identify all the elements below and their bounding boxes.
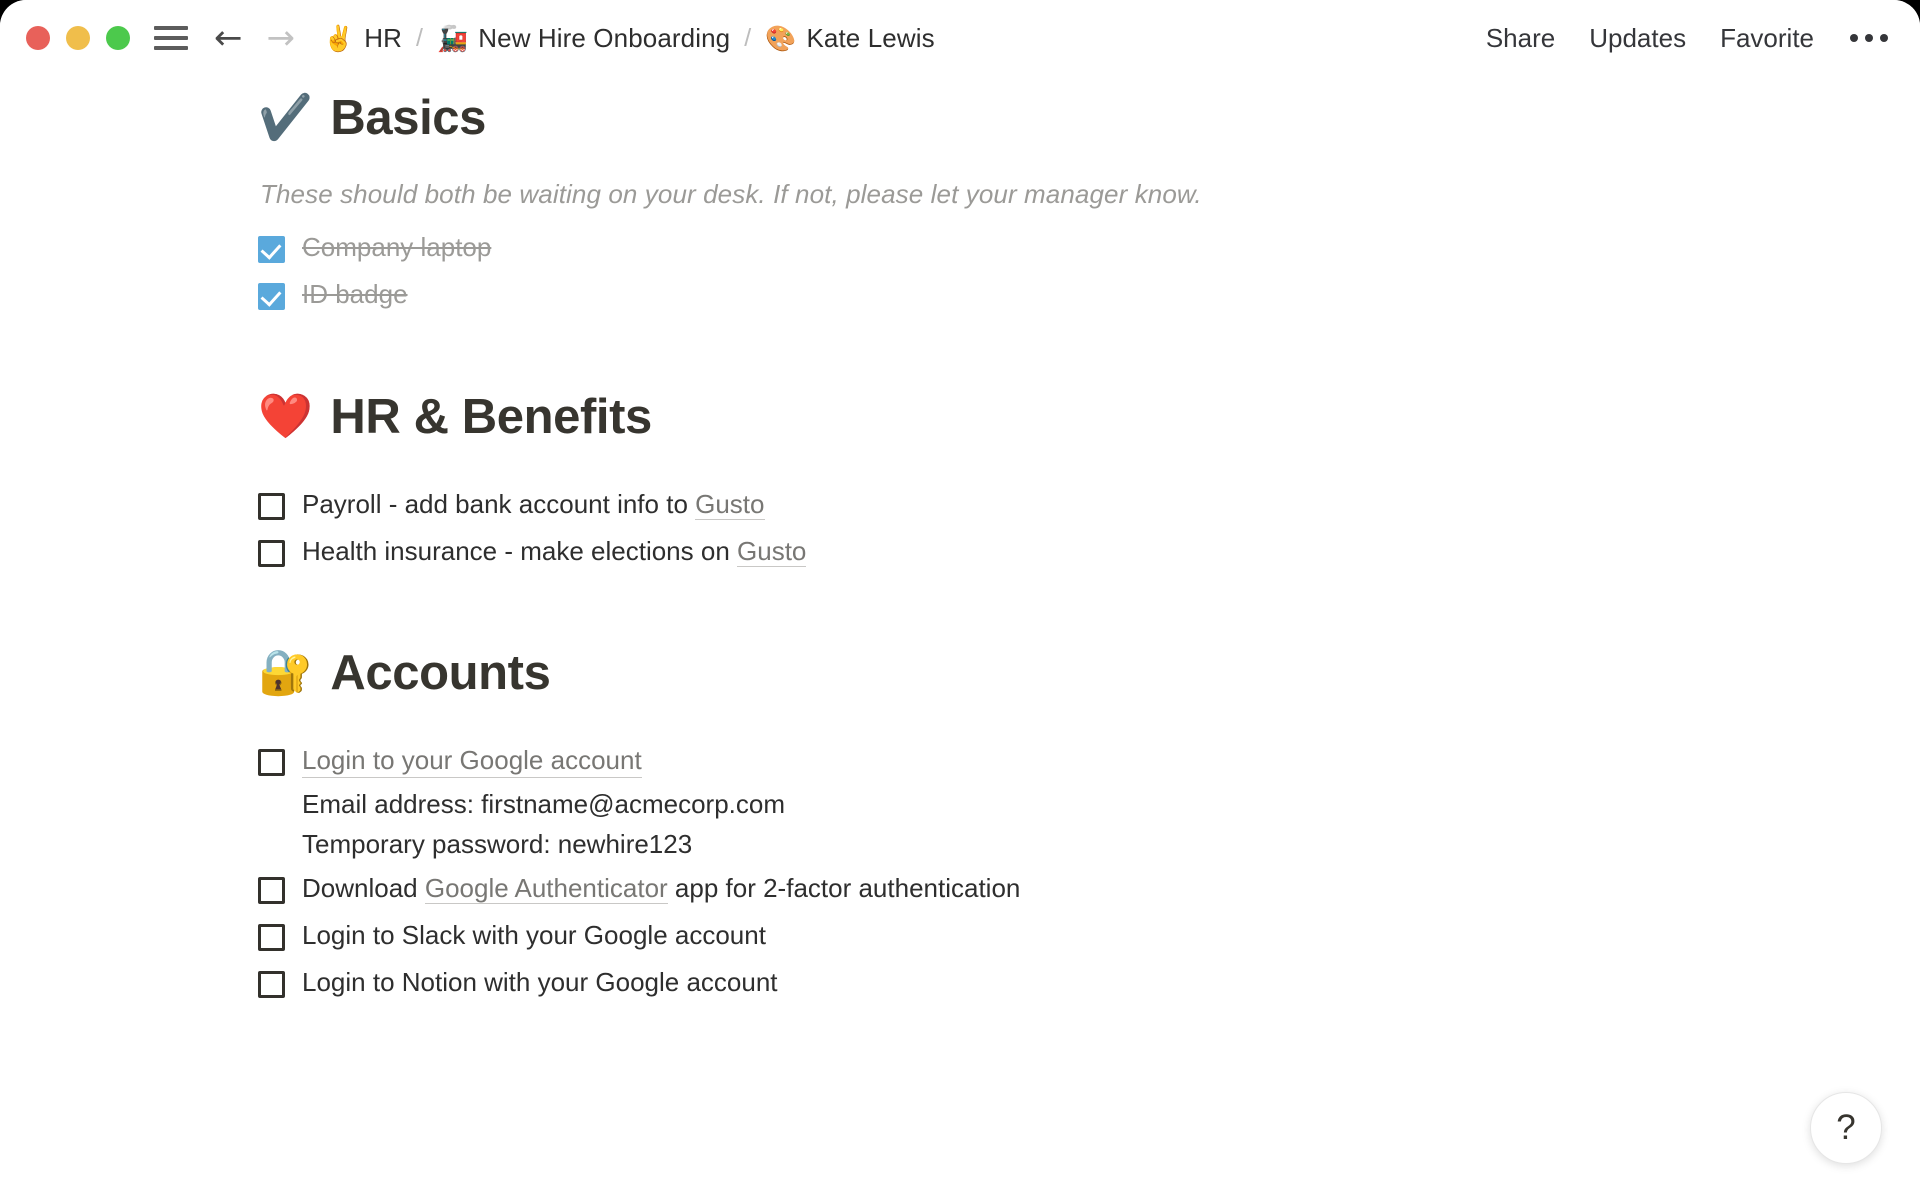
checkbox-unchecked-icon[interactable] bbox=[258, 876, 285, 904]
breadcrumb-item-hr[interactable]: ✌️ HR bbox=[323, 23, 402, 54]
todo-item-payroll[interactable]: Payroll - add bank account info to Gusto bbox=[258, 481, 1358, 528]
todo-text-after: app for 2-factor authentication bbox=[667, 872, 1021, 903]
todo-item-company-laptop[interactable]: Company laptop bbox=[258, 224, 1358, 271]
todo-label: Company laptop bbox=[302, 232, 492, 262]
document-body: ✔️ Basics These should both be waiting o… bbox=[258, 90, 1358, 1007]
section-title: HR & Benefits bbox=[330, 389, 652, 444]
menu-icon-bar bbox=[154, 36, 188, 40]
breadcrumb-label: New Hire Onboarding bbox=[478, 22, 731, 53]
todo-item-download-authenticator[interactable]: Download Google Authenticator app for 2-… bbox=[258, 865, 1358, 912]
todo-item-health-insurance[interactable]: Health insurance - make elections on Gus… bbox=[258, 528, 1358, 575]
section-accounts: 🔐 Accounts Login to your Google account … bbox=[258, 645, 1358, 1007]
todo-item-login-notion[interactable]: Login to Notion with your Google account bbox=[258, 959, 1358, 1006]
page-content: ✔️ Basics These should both be waiting o… bbox=[0, 76, 1920, 1200]
section-hr-benefits: ❤️ HR & Benefits Payroll - add bank acco… bbox=[258, 389, 1358, 576]
titlebar: ← → ✌️ HR / 🚂 New Hire Onboarding / 🎨 Ka… bbox=[0, 0, 1920, 76]
checkbox-unchecked-icon[interactable] bbox=[258, 749, 285, 777]
updates-button[interactable]: Updates bbox=[1589, 23, 1686, 54]
share-button[interactable]: Share bbox=[1486, 23, 1555, 54]
todo-label: ID badge bbox=[302, 279, 408, 310]
todo-label: Health insurance - make elections on Gus… bbox=[302, 535, 807, 568]
gusto-link[interactable]: Gusto bbox=[737, 535, 807, 567]
breadcrumb-label: HR bbox=[364, 22, 402, 53]
todo-item-login-slack[interactable]: Login to Slack with your Google account bbox=[258, 912, 1358, 959]
section-heading-accounts: 🔐 Accounts bbox=[258, 645, 1358, 701]
red-heart-icon: ❤️ bbox=[258, 390, 313, 442]
breadcrumb-item-new-hire-onboarding[interactable]: 🚂 New Hire Onboarding bbox=[437, 23, 730, 54]
google-account-link[interactable]: Login to your Google account bbox=[302, 744, 642, 779]
section-caption: These should both be waiting on your des… bbox=[260, 179, 1202, 209]
todo-text-before: Payroll - add bank account info to bbox=[302, 488, 696, 519]
titlebar-actions: Share Updates Favorite bbox=[1486, 23, 1890, 54]
menu-icon-bar bbox=[154, 26, 188, 30]
checkbox-checked-icon[interactable] bbox=[258, 236, 285, 263]
todo-label: Download Google Authenticator app for 2-… bbox=[302, 872, 1020, 905]
checkbox-unchecked-icon[interactable] bbox=[258, 539, 285, 567]
traffic-light-group bbox=[26, 26, 130, 50]
help-button[interactable]: ? bbox=[1810, 1092, 1882, 1164]
todo-label: Login to Notion with your Google account bbox=[302, 967, 778, 998]
section-title: Accounts bbox=[330, 646, 551, 701]
breadcrumb: ✌️ HR / 🚂 New Hire Onboarding / 🎨 Kate L… bbox=[323, 23, 935, 54]
section-heading-basics: ✔️ Basics bbox=[258, 90, 1358, 146]
google-authenticator-link[interactable]: Google Authenticator bbox=[424, 872, 668, 904]
lock-with-key-icon: 🔐 bbox=[258, 647, 313, 699]
train-icon: 🚂 bbox=[437, 23, 469, 53]
peace-hand-icon: ✌️ bbox=[323, 23, 355, 53]
menu-icon[interactable] bbox=[154, 26, 188, 50]
google-password-line: Temporary password: newhire123 bbox=[302, 829, 693, 860]
check-mark-icon: ✔️ bbox=[258, 92, 313, 143]
todo-text-before: Download bbox=[302, 872, 425, 903]
checkbox-checked-icon[interactable] bbox=[258, 283, 285, 311]
breadcrumb-label: Kate Lewis bbox=[806, 22, 935, 53]
section-heading-hr-benefits: ❤️ HR & Benefits bbox=[258, 389, 1358, 445]
breadcrumb-item-kate-lewis[interactable]: 🎨 Kate Lewis bbox=[765, 23, 934, 54]
checkbox-unchecked-icon[interactable] bbox=[258, 492, 285, 520]
favorite-button[interactable]: Favorite bbox=[1720, 23, 1814, 54]
dot bbox=[1865, 34, 1873, 42]
breadcrumb-separator: / bbox=[416, 23, 424, 52]
dot bbox=[1850, 34, 1858, 42]
section-title: Basics bbox=[330, 91, 486, 145]
todo-item-id-badge[interactable]: ID badge bbox=[258, 271, 1358, 318]
checkbox-unchecked-icon[interactable] bbox=[258, 924, 285, 952]
todo-text-before: Health insurance - make elections on bbox=[302, 535, 738, 566]
breadcrumb-separator: / bbox=[744, 23, 752, 52]
forward-arrow-icon[interactable]: → bbox=[267, 21, 296, 55]
todo-label: Payroll - add bank account info to Gusto bbox=[302, 488, 765, 521]
minimize-window-button[interactable] bbox=[66, 26, 90, 50]
todo-label: Login to Slack with your Google account bbox=[302, 920, 766, 951]
app-window: ← → ✌️ HR / 🚂 New Hire Onboarding / 🎨 Ka… bbox=[0, 0, 1920, 1200]
todo-item-login-google[interactable]: Login to your Google account bbox=[258, 737, 1358, 785]
question-mark-icon: ? bbox=[1836, 1108, 1856, 1147]
palette-icon: 🎨 bbox=[765, 23, 797, 53]
close-window-button[interactable] bbox=[26, 26, 50, 50]
google-email-line: Email address: firstname@acmecorp.com bbox=[302, 789, 785, 820]
gusto-link[interactable]: Gusto bbox=[695, 488, 765, 520]
dot bbox=[1880, 34, 1888, 42]
section-basics: ✔️ Basics These should both be waiting o… bbox=[258, 90, 1358, 319]
menu-icon-bar bbox=[154, 46, 188, 50]
back-arrow-icon[interactable]: ← bbox=[214, 21, 243, 55]
more-options-icon[interactable] bbox=[1848, 28, 1890, 48]
checkbox-unchecked-icon[interactable] bbox=[258, 971, 285, 999]
maximize-window-button[interactable] bbox=[106, 26, 130, 50]
